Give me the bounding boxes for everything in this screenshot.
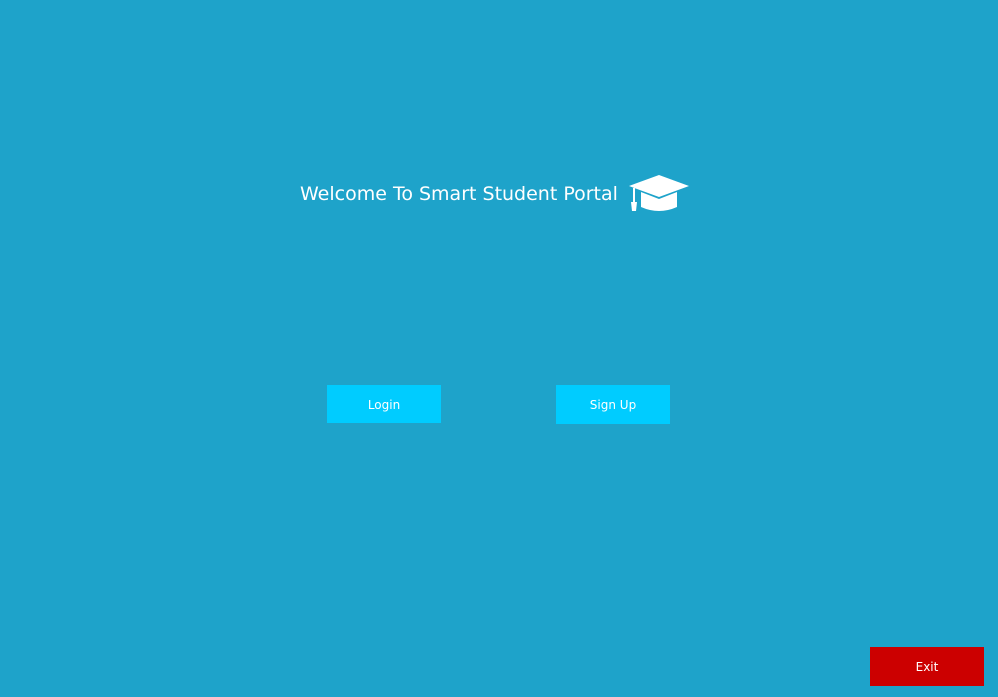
welcome-title: Welcome To Smart Student Portal xyxy=(300,183,618,205)
login-button[interactable]: Login xyxy=(327,385,441,423)
exit-button[interactable]: Exit xyxy=(870,647,984,686)
graduation-cap-icon xyxy=(629,175,689,211)
signup-button[interactable]: Sign Up xyxy=(556,385,670,424)
